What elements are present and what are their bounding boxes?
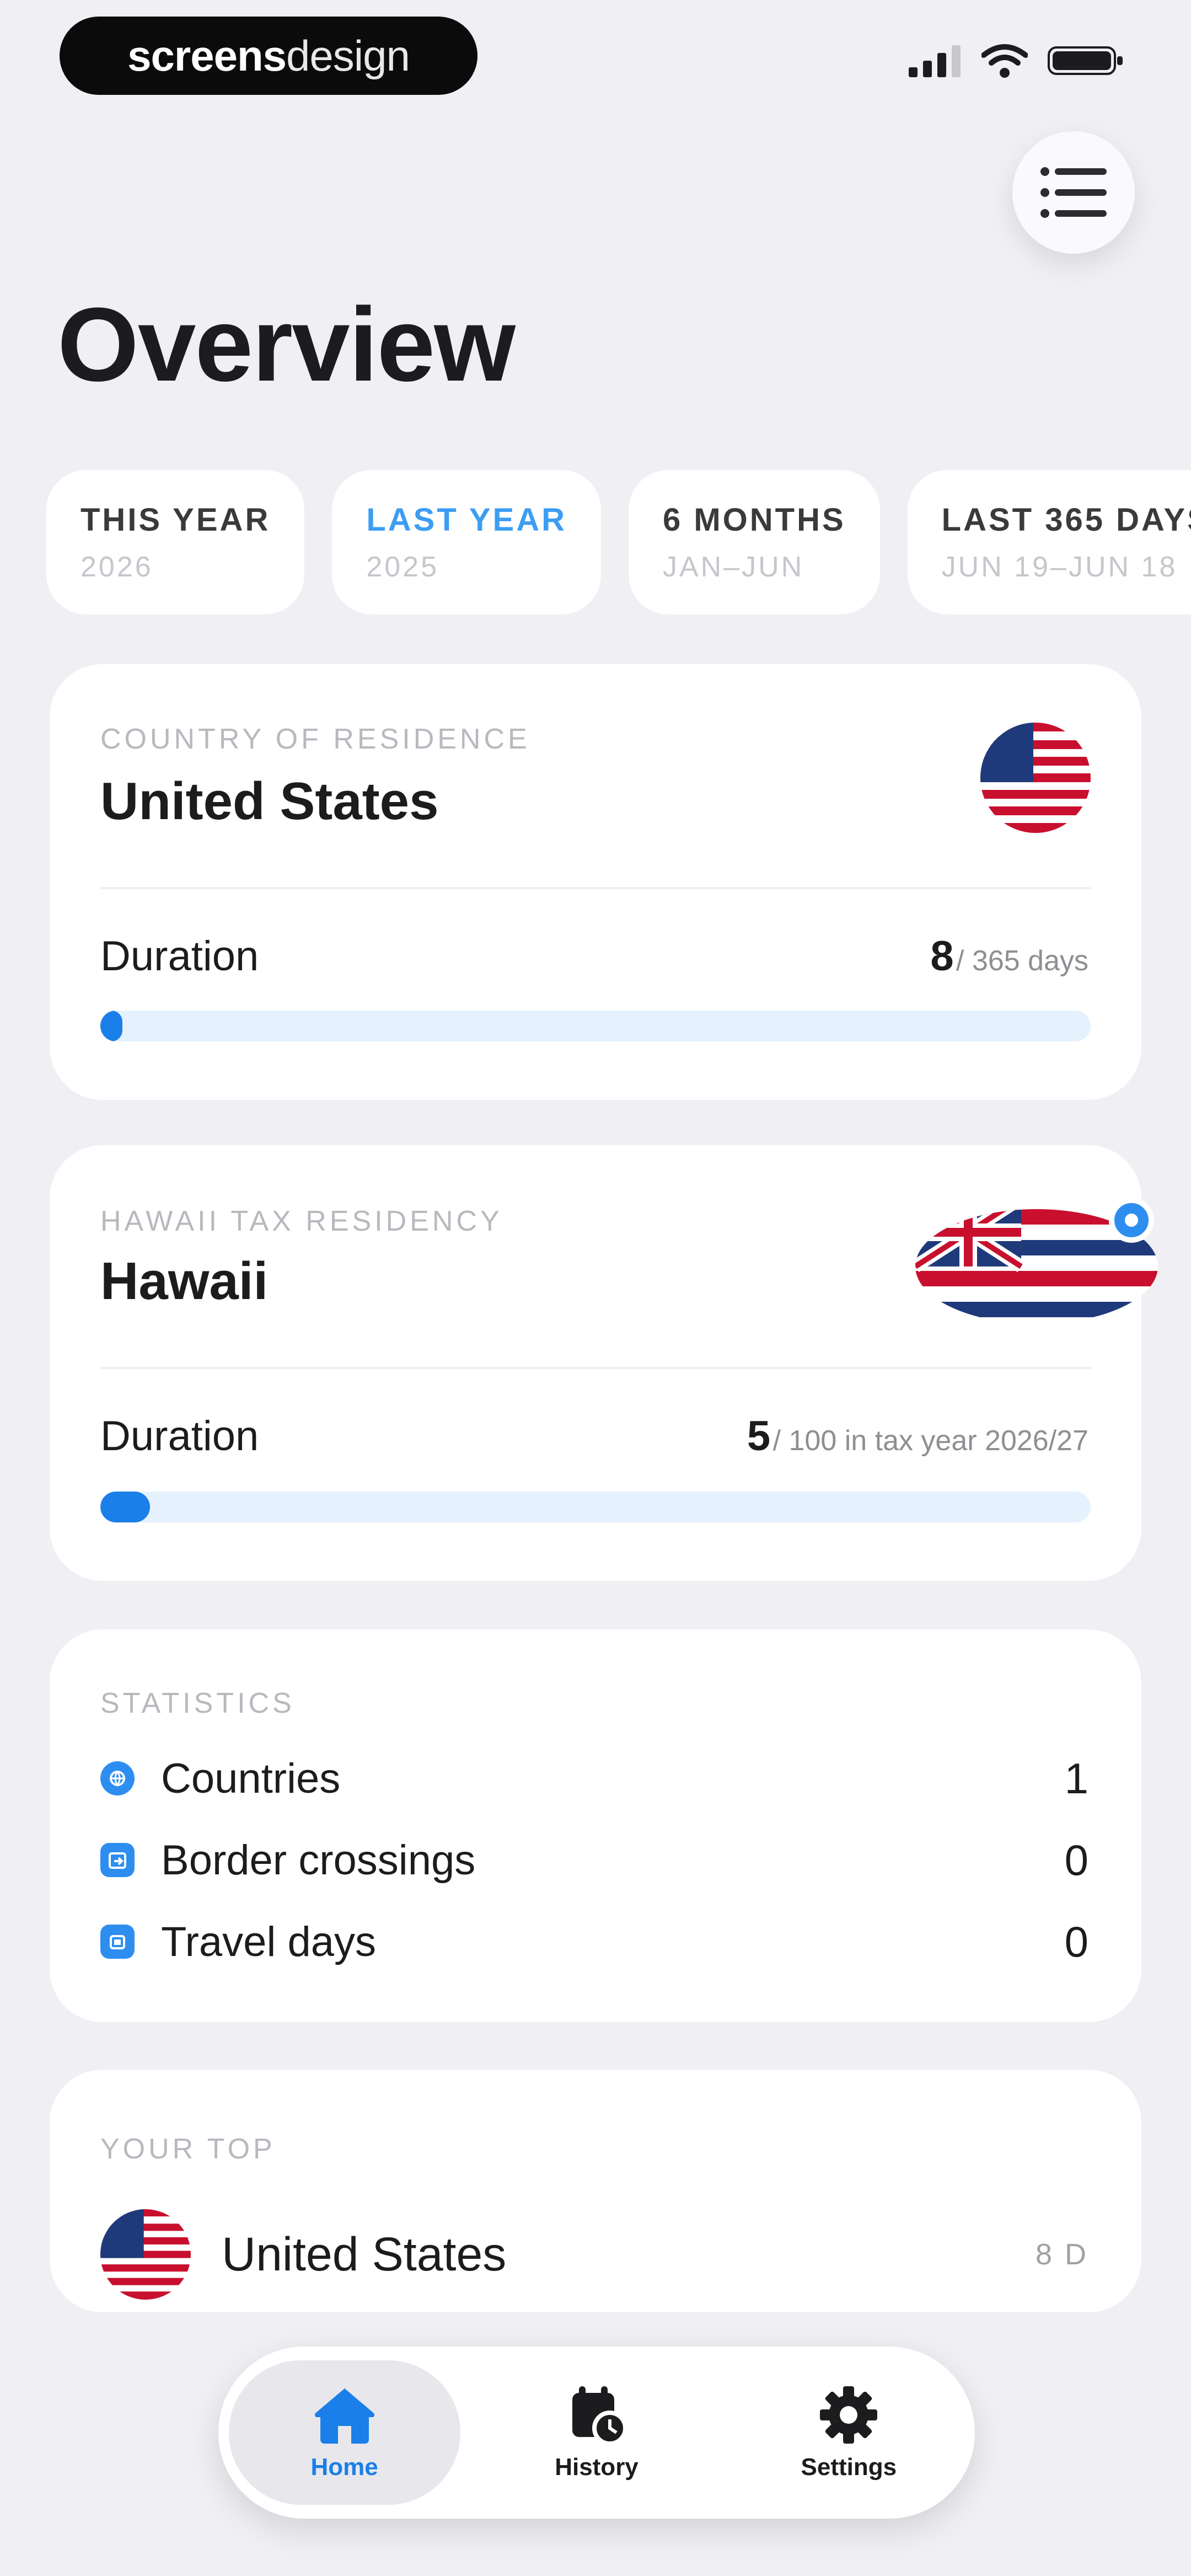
history-icon [572,2386,627,2446]
residence-country: United States [100,772,439,831]
chip-sublabel: JAN–JUN [662,551,804,583]
statistics-card: STATISTICS Countries 1 Border crossings … [50,1629,1141,2022]
tab-home[interactable]: Home [228,2360,460,2505]
period-chip-last-year[interactable]: LAST YEAR 2025 [332,470,601,614]
stat-row-countries[interactable]: Countries 1 [100,1738,1088,1819]
tax-residency-progress-fill [100,1492,150,1522]
period-selector: THIS YEAR 2026 LAST YEAR 2025 6 MONTHS J… [46,470,1191,614]
statistics-kicker: STATISTICS [100,1687,295,1719]
page-title: Overview [57,286,516,403]
tab-label: Settings [801,2454,897,2481]
wifi-icon [981,44,1028,78]
tax-residency-progress-track [100,1492,1091,1522]
brand-logo: screens design [60,17,478,95]
brand-bold: screens [127,31,287,80]
residence-progress-track [100,1011,1091,1041]
tab-settings[interactable]: Settings [733,2360,964,2505]
tax-residency-kicker: HAWAII TAX RESIDENCY [100,1205,503,1237]
stat-value: 0 [1064,1917,1088,1966]
top-country-days: 8 D [1035,2238,1088,2271]
chip-label: LAST YEAR [366,501,567,538]
stat-row-travel-days[interactable]: Travel days 0 [100,1901,1088,1982]
menu-button[interactable] [1012,131,1135,254]
stat-label: Countries [161,1755,341,1802]
chip-sublabel: 2025 [366,551,439,583]
residence-progress-fill [100,1011,122,1041]
tab-bar: Home History Settings [218,2347,975,2519]
tax-residency-card[interactable]: HAWAII TAX RESIDENCY Hawaii Duration 5 /… [50,1145,1158,1581]
duration-value: 8 [930,933,954,980]
duration-unit: / 365 days [956,945,1088,977]
stat-row-border-crossings[interactable]: Border crossings 0 [100,1819,1088,1901]
border-crossing-icon [100,1843,135,1877]
tab-label: History [555,2454,639,2481]
stat-label: Travel days [161,1918,376,1965]
card-divider [100,887,1091,889]
duration-label: Duration [100,1413,259,1460]
chip-sublabel: 2026 [81,551,153,583]
period-chip-this-year[interactable]: THIS YEAR 2026 [46,470,305,614]
tax-residency-region: Hawaii [100,1252,269,1311]
top-country-name: United States [222,2227,507,2281]
chip-label: 6 MONTHS [662,501,846,538]
gear-icon [820,2386,878,2444]
duration-readout: 8 / 365 days [930,932,1088,980]
top-country-row[interactable]: United States 8 D [100,2208,1088,2301]
stat-label: Border crossings [161,1836,476,1884]
brand-light: design [286,31,410,80]
duration-readout: 5 / 100 in tax year 2026/27 [747,1412,1088,1460]
us-flag-icon [980,723,1091,833]
your-top-kicker: YOUR TOP [100,2133,276,2165]
period-chip-6-months[interactable]: 6 MONTHS JAN–JUN [628,470,880,614]
chip-label: THIS YEAR [81,501,271,538]
travel-days-icon [100,1925,135,1959]
residence-kicker: COUNTRY OF RESIDENCE [100,723,530,755]
your-top-card: YOUR TOP United States 8 D [50,2070,1141,2312]
duration-unit: / 100 in tax year 2026/27 [772,1425,1088,1457]
battery-icon [1048,46,1123,75]
stat-value: 1 [1064,1754,1088,1803]
us-flag-icon [100,2209,191,2300]
chip-label: LAST 365 DAYS [941,501,1191,538]
hawaii-flag-icon [915,1198,1158,1324]
tab-label: Home [310,2454,378,2481]
signal-icon [909,45,961,77]
home-icon [314,2388,374,2444]
stat-value: 0 [1064,1835,1088,1884]
status-icons [909,43,1125,78]
statistics-list: Countries 1 Border crossings 0 Travel da… [100,1738,1088,1982]
chip-sublabel: JUN 19–JUN 18 [941,551,1178,583]
tab-history[interactable]: History [481,2360,712,2505]
residence-card[interactable]: COUNTRY OF RESIDENCE United States Durat… [50,664,1141,1100]
list-icon [1040,167,1107,218]
period-chip-last-365-days[interactable]: LAST 365 DAYS JUN 19–JUN 18 [907,470,1191,614]
globe-icon [100,1761,135,1795]
duration-value: 5 [747,1413,771,1460]
duration-label: Duration [100,933,259,980]
card-divider [100,1367,1091,1369]
